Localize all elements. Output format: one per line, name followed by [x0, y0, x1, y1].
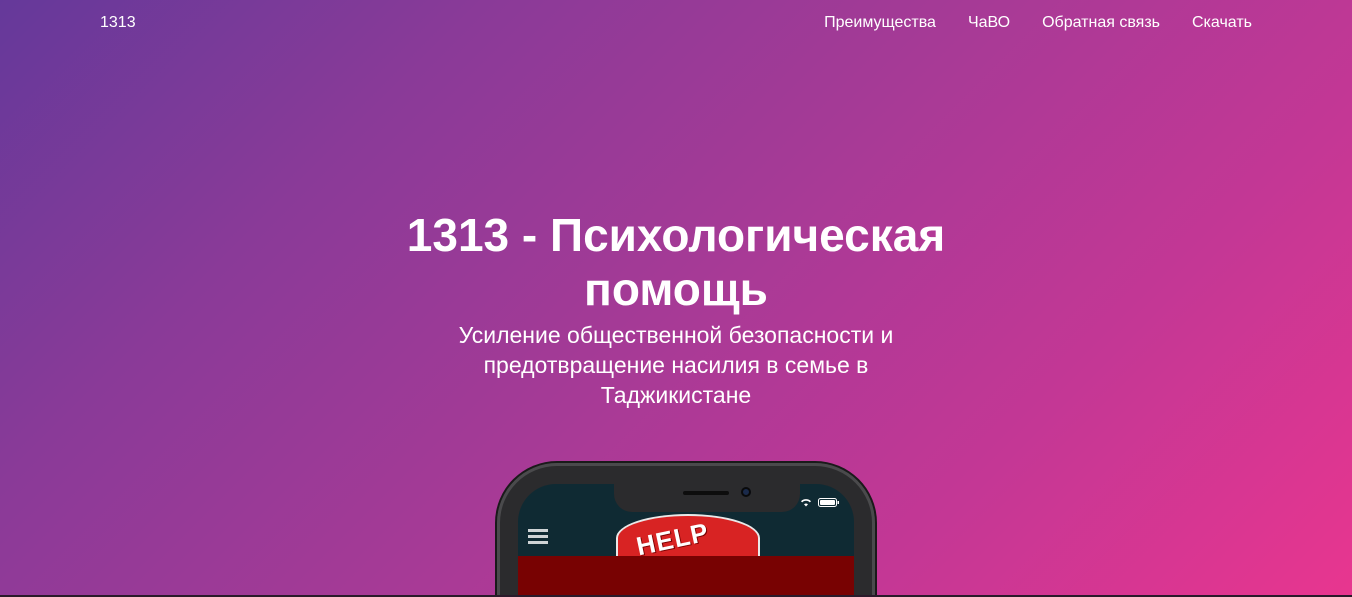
front-camera [741, 487, 751, 497]
brand-link[interactable]: 1313 [100, 14, 136, 32]
help-panel [518, 556, 854, 597]
nav-link-feedback[interactable]: Обратная связь [1042, 14, 1160, 32]
phone-mockup: HELP [497, 463, 875, 597]
phone-notch [614, 484, 800, 512]
nav-link-advantages[interactable]: Преимущества [824, 14, 936, 32]
wifi-icon [801, 499, 811, 507]
navbar: 1313 Преимущества ЧаВО Обратная связь Ск… [0, 0, 1352, 46]
nav-link-faq[interactable]: ЧаВО [968, 14, 1010, 32]
hero-title: 1313 - Психологическая помощь [406, 209, 946, 315]
menu-icon[interactable] [528, 529, 548, 545]
nav-links: Преимущества ЧаВО Обратная связь Скачать [824, 14, 1252, 32]
battery-icon [818, 498, 839, 507]
phone-screen: HELP [518, 484, 854, 597]
nav-link-download[interactable]: Скачать [1192, 14, 1252, 32]
hero-section: 1313 - Психологическая помощь Усиление о… [0, 208, 1352, 410]
hero-subtitle: Усиление общественной безопасности и пре… [458, 322, 894, 408]
speaker-grille [683, 491, 729, 495]
help-button[interactable]: HELP [616, 514, 760, 562]
